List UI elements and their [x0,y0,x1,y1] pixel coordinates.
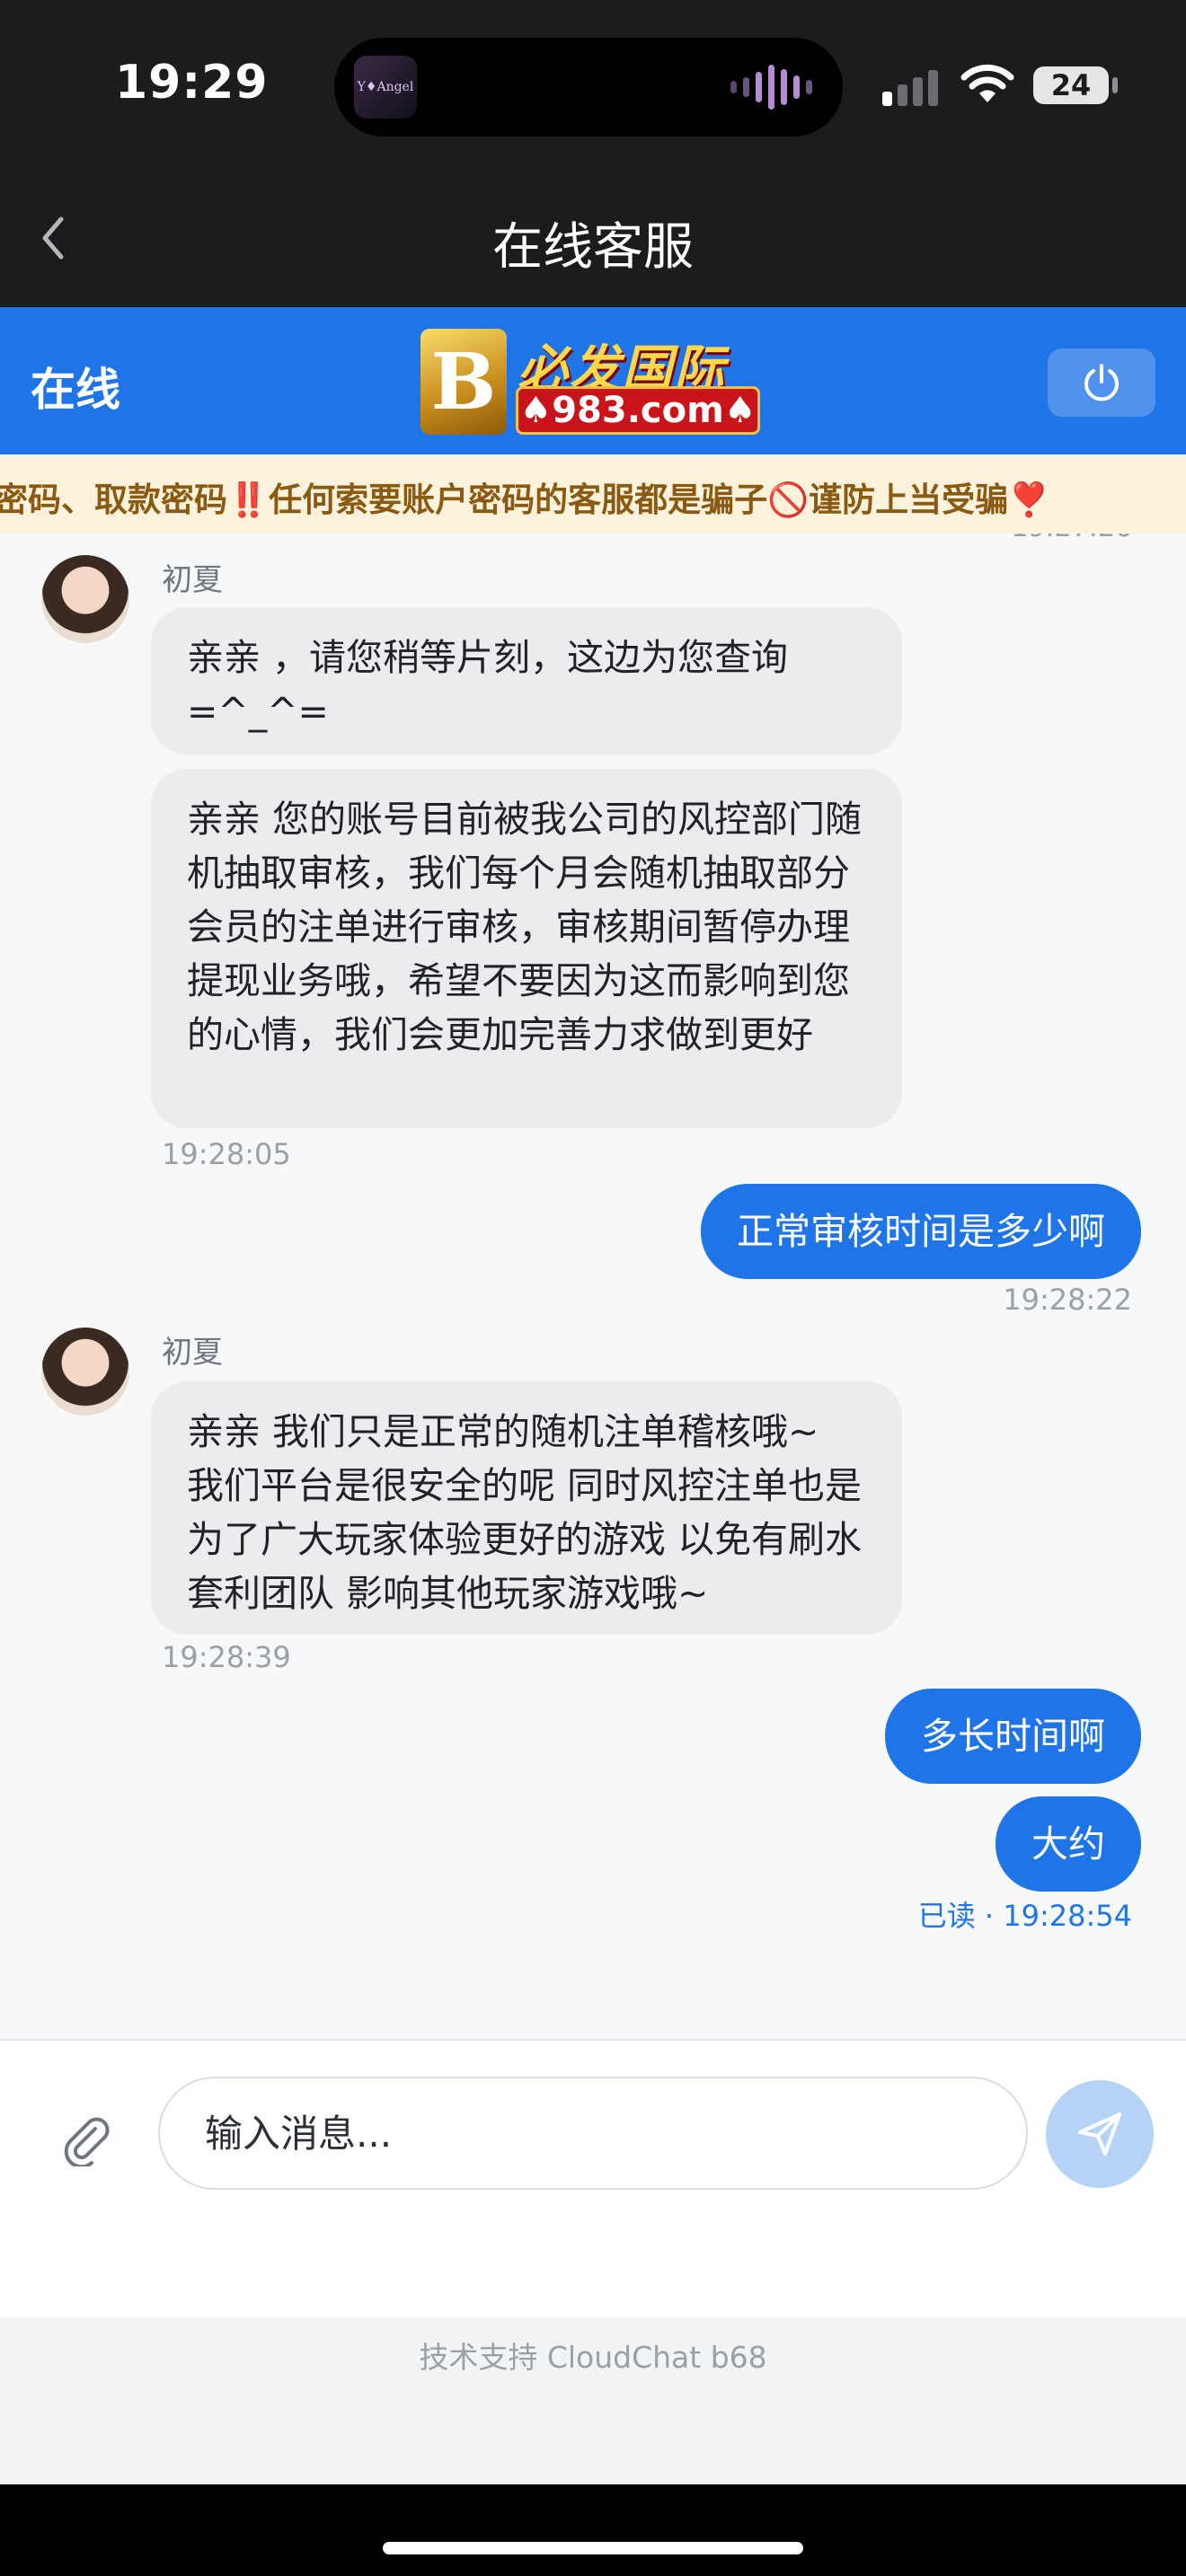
logo-site: ♠983.com♠ [516,386,760,435]
sender-name: 初夏 [162,1335,223,1371]
agent-avatar[interactable] [41,1328,129,1416]
signal-icon [882,70,938,106]
incoming-message: 亲亲 我们只是正常的随机注单稽核哦~ 我们平台是很安全的呢 同时风控注单也是为了… [151,1381,902,1635]
send-button[interactable] [1046,2080,1154,2188]
navigation-bar: 在线客服 [0,171,1186,307]
read-receipt: 已读 · 19:28:54 [917,1899,1132,1933]
outgoing-message: 多长时间啊 [885,1689,1141,1784]
incoming-message: 亲亲 您的账号目前被我公司的风控部门随机抽取审核，我们每个月会随机抽取部分会员的… [151,769,902,1128]
send-icon [1078,2113,1121,2156]
status-bar: 19:29 Y♦Angel 24 [0,0,1186,171]
agent-avatar[interactable] [41,555,129,643]
incoming-message: 亲亲 ，请您稍等片刻，这边为您查询 =^_^= [151,607,902,754]
chat-header: 在线 B 必发国际 ♠983.com♠ [0,307,1186,454]
home-indicator-area [0,2484,1186,2576]
outgoing-message: 正常审核时间是多少啊 [701,1184,1141,1279]
outgoing-message: 大约 [996,1796,1141,1892]
online-status-label: 在线 [31,364,120,416]
footer: 技术支持 CloudChat b68 [0,2317,1186,2484]
dynamic-island: Y♦Angel [334,38,843,137]
message-time: 19:27:26 [1011,534,1132,543]
message-time: 19:28:39 [162,1640,291,1674]
battery-tip [1112,77,1118,93]
power-icon [1084,364,1119,401]
message-composer [0,2039,1186,2319]
sender-name: 初夏 [162,562,223,598]
battery-icon: 24 [1033,66,1109,104]
status-time: 19:29 [115,56,269,110]
message-time: 19:28:05 [162,1137,291,1171]
page-title: 在线客服 [492,218,694,277]
brand-logo: B 必发国际 ♠983.com♠ [420,329,766,435]
logo-mark: B [420,329,507,435]
home-indicator[interactable] [383,2542,803,2554]
message-time: 19:28:22 [1003,1283,1132,1317]
powered-by-text: 技术支持 CloudChat b68 [419,2340,767,2375]
power-button[interactable] [1048,348,1155,417]
now-playing-artwork: Y♦Angel [354,56,417,119]
chat-messages: 19:27:26 初夏 亲亲 ，请您稍等片刻，这边为您查询 =^_^= 亲亲 您… [0,534,1186,2039]
logo-title: 必发国际 [518,340,726,399]
paperclip-icon[interactable] [59,2113,113,2166]
audio-waveform-icon [730,65,812,110]
notice-text: 密码、取款密码‼️任何索要账户密码的客服都是骗子🚫谨防上当受骗❣️ [0,481,1050,519]
message-input[interactable] [158,2077,1028,2190]
wifi-icon [960,64,1014,102]
notice-marquee: 密码、取款密码‼️任何索要账户密码的客服都是骗子🚫谨防上当受骗❣️ [0,454,1186,534]
